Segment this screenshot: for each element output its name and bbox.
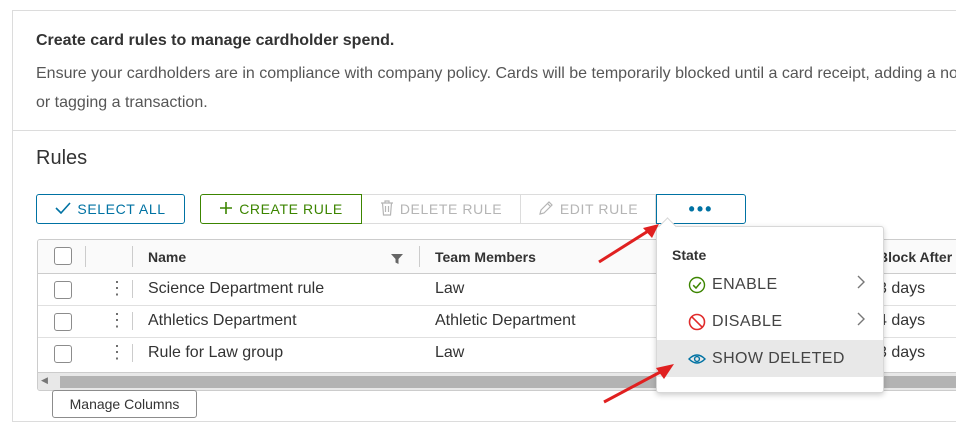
select-all-label: SELECT ALL: [77, 201, 166, 217]
column-header-name[interactable]: Name: [148, 249, 186, 265]
select-all-checkbox[interactable]: [54, 247, 72, 265]
row-checkbox[interactable]: [54, 313, 72, 331]
eye-icon: [688, 350, 706, 368]
create-rule-label: CREATE RULE: [239, 201, 343, 217]
filter-icon[interactable]: [391, 252, 403, 270]
scroll-left-icon[interactable]: ◀: [41, 375, 48, 386]
menu-item-disable[interactable]: DISABLE: [657, 303, 883, 340]
edit-rule-label: EDIT RULE: [559, 201, 639, 217]
column-header-team-members[interactable]: Team Members: [435, 249, 536, 265]
edit-rule-button[interactable]: EDIT RULE: [521, 194, 656, 224]
row-actions-icon[interactable]: ⋮: [108, 309, 126, 331]
check-icon: [55, 202, 71, 216]
menu-item-label: ENABLE: [712, 275, 778, 293]
chevron-right-icon: [857, 275, 865, 294]
manage-columns-label: Manage Columns: [69, 396, 180, 412]
delete-rule-button[interactable]: DELETE RULE: [362, 194, 521, 224]
intro-description: Ensure your cardholders are in complianc…: [36, 65, 956, 111]
delete-rule-label: DELETE RULE: [399, 201, 503, 217]
create-rule-button[interactable]: CREATE RULE: [200, 194, 362, 224]
trash-icon: [380, 200, 394, 218]
column-separator: [132, 246, 133, 267]
check-circle-icon: [688, 276, 706, 294]
menu-item-show-deleted[interactable]: SHOW DELETED: [657, 340, 883, 377]
select-all-button[interactable]: SELECT ALL: [36, 194, 185, 224]
row-actions-icon[interactable]: ⋮: [108, 277, 126, 299]
rule-name-cell: Science Department rule: [148, 280, 325, 297]
menu-item-label: SHOW DELETED: [712, 349, 845, 367]
state-dropdown-menu: State ENABLE DISABLE SHOW DELETED: [656, 217, 884, 393]
team-members-cell: Law: [435, 280, 465, 297]
column-separator: [132, 344, 133, 362]
section-divider: [13, 130, 956, 131]
block-after-cell: 3 days: [878, 344, 926, 361]
rule-name-cell: Rule for Law group: [148, 344, 284, 361]
intro-title: Create card rules to manage cardholder s…: [36, 32, 395, 49]
row-checkbox[interactable]: [54, 281, 72, 299]
section-title: Rules: [36, 147, 88, 169]
menu-item-enable[interactable]: ENABLE: [657, 266, 883, 303]
menu-item-label: DISABLE: [712, 312, 783, 330]
pencil-icon: [538, 200, 554, 218]
dropdown-header: State: [672, 247, 707, 263]
column-separator: [85, 246, 86, 267]
annotation-arrow-icon: [598, 224, 659, 264]
more-label: •••: [688, 198, 714, 219]
column-separator: [132, 312, 133, 330]
ban-icon: [688, 313, 706, 331]
team-members-cell: Law: [435, 344, 465, 361]
column-header-block-after[interactable]: Block After: [878, 249, 952, 265]
manage-columns-button[interactable]: Manage Columns: [52, 390, 197, 418]
row-actions-icon[interactable]: ⋮: [108, 341, 126, 363]
chevron-right-icon: [857, 312, 865, 331]
intro: Create card rules to manage cardholder s…: [36, 31, 956, 117]
block-after-cell: 3 days: [878, 280, 926, 297]
row-checkbox[interactable]: [54, 345, 72, 363]
annotation-arrow-icon: [603, 364, 674, 404]
rule-name-cell: Athletics Department: [148, 312, 297, 329]
column-separator: [132, 280, 133, 298]
column-separator: [419, 246, 420, 267]
block-after-cell: 4 days: [878, 312, 926, 329]
team-members-cell: Athletic Department: [435, 312, 576, 329]
plus-icon: [219, 201, 233, 217]
